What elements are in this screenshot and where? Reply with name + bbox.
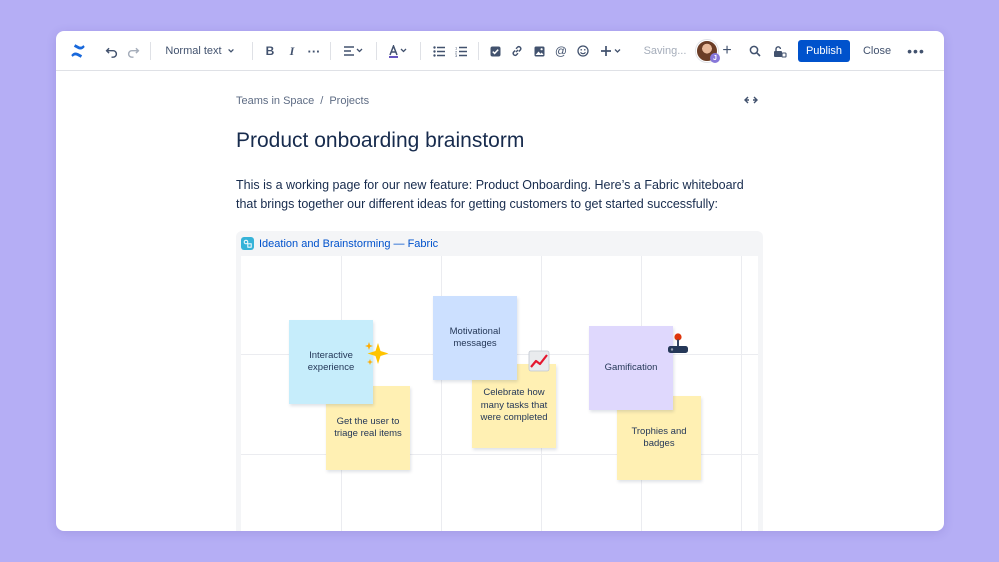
saving-status: Saving... [643,45,687,57]
undo-icon[interactable] [102,31,120,71]
breadcrumb-item-projects[interactable]: Projects [329,95,369,107]
sticky-note[interactable]: Motivational messages [433,296,517,380]
more-formatting-icon[interactable]: ··· [305,31,323,71]
publish-button[interactable]: Publish [798,40,850,62]
chart-increasing-icon[interactable] [528,350,550,377]
grid-line [741,256,742,531]
whiteboard-title[interactable]: Ideation and Brainstorming — Fabric [259,238,438,250]
joystick-icon[interactable] [665,332,691,363]
page-intro-paragraph[interactable]: This is a working page for our new featu… [236,176,756,214]
sticky-note-text: Gamification [604,361,658,373]
mention-icon[interactable]: @ [552,31,570,71]
toolbar-divider [478,42,479,60]
insert-menu-icon[interactable] [598,31,624,71]
breadcrumb: Teams in Space / Projects [236,95,369,107]
close-button[interactable]: Close [860,31,894,71]
search-icon[interactable] [746,31,764,71]
sticky-note-text: Interactive experience [307,349,355,374]
sticky-note-text: Celebrate how many tasks that were compl… [480,387,548,424]
alignment-icon[interactable] [340,31,366,71]
sticky-note-text: Trophies and badges [631,425,687,450]
numbered-list-icon[interactable]: 123 [452,31,470,71]
restrictions-unlock-icon[interactable] [770,31,790,71]
whiteboard-header[interactable]: Ideation and Brainstorming — Fabric [241,237,438,250]
text-style-label: Normal text [165,45,222,57]
task-checkbox-icon[interactable] [486,31,504,71]
sticky-note[interactable]: Gamification [589,326,673,410]
svg-text:3: 3 [455,53,458,57]
toolbar-divider [330,42,331,60]
sticky-note[interactable]: Interactive experience [289,320,373,404]
breadcrumb-separator: / [320,95,324,107]
image-icon[interactable] [530,31,548,71]
whiteboard-canvas[interactable]: Get the user to triage real items Intera… [241,256,758,531]
fabric-icon [241,237,254,250]
sparkles-icon[interactable] [363,340,391,373]
text-color-icon[interactable] [386,31,410,71]
chevron-down-icon [227,48,234,53]
toolbar-divider [376,42,377,60]
more-options-icon[interactable]: ••• [904,31,928,71]
add-collaborator-icon[interactable]: + [718,31,736,71]
bullet-list-icon[interactable] [430,31,448,71]
emoji-icon[interactable] [574,31,592,71]
whiteboard-embed[interactable]: Ideation and Brainstorming — Fabric Get … [236,231,763,531]
toolbar-divider [150,42,151,60]
toolbar-divider [252,42,253,60]
sticky-note-text: Get the user to triage real items [334,415,402,440]
breadcrumb-item-space[interactable]: Teams in Space [236,95,314,107]
bold-icon[interactable]: B [261,31,279,71]
redo-icon[interactable] [124,31,142,71]
sticky-note-text: Motivational messages [449,325,501,350]
page-title[interactable]: Product onboarding brainstorm [236,129,524,153]
confluence-logo-icon[interactable] [68,31,88,71]
toolbar-divider [420,42,421,60]
italic-icon[interactable]: I [283,31,301,71]
text-style-dropdown[interactable]: Normal text [160,31,240,71]
full-width-toggle-icon[interactable] [744,93,758,107]
editor-toolbar: Normal text B I ··· 123 @ Saving... J + … [56,31,944,71]
link-icon[interactable] [508,31,526,71]
editor-window: Normal text B I ··· 123 @ Saving... J + … [56,31,944,531]
